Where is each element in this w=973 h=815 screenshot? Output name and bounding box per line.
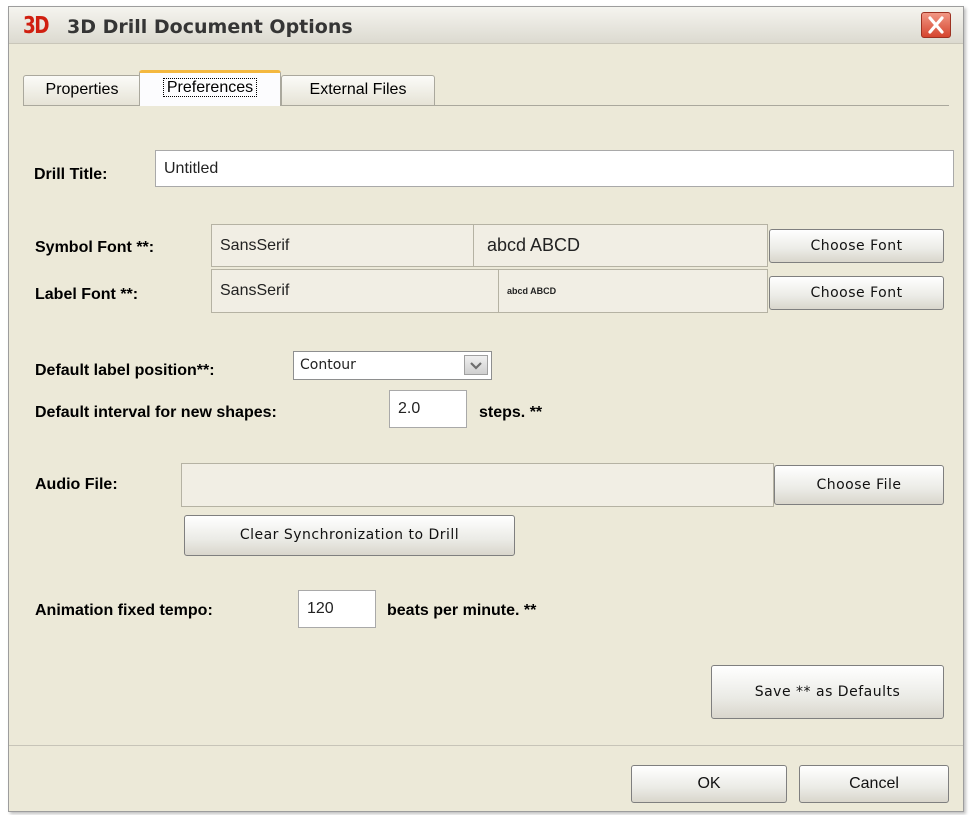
default-interval-label: Default interval for new shapes: (35, 404, 277, 421)
tab-external-files-label: External Files (309, 81, 407, 98)
default-label-position-label: Default label position**: (35, 362, 215, 379)
options-dialog: 3D 3D Drill Document Options Properties … (8, 6, 964, 812)
chevron-down-icon (470, 362, 482, 370)
label-position-value: Contour (300, 357, 356, 373)
footer-divider (9, 745, 963, 746)
choose-file-button[interactable]: Choose File (774, 465, 944, 505)
dropdown-arrow-button[interactable] (464, 355, 488, 375)
tab-properties[interactable]: Properties (23, 75, 141, 105)
tab-properties-label: Properties (45, 81, 119, 98)
app-logo-icon: 3D (23, 13, 49, 39)
label-font-label: Label Font **: (35, 286, 139, 303)
label-font-sample-field: abcd ABCD (498, 269, 768, 313)
preferences-panel: Drill Title: Untitled Symbol Font **: Sa… (23, 105, 954, 746)
ok-button[interactable]: OK (631, 765, 787, 803)
tab-preferences-label: Preferences (162, 78, 258, 97)
interval-input[interactable]: 2.0 (389, 390, 467, 428)
interval-unit-label: steps. ** (479, 404, 543, 421)
tempo-unit-label: beats per minute. ** (387, 602, 537, 619)
drill-title-label: Drill Title: (34, 166, 108, 183)
clear-synchronization-button[interactable]: Clear Synchronization to Drill (184, 515, 515, 556)
animation-tempo-label: Animation fixed tempo: (35, 602, 213, 619)
audio-file-label: Audio File: (35, 476, 118, 493)
label-font-name-field: SansSerif (211, 269, 499, 313)
audio-file-path-field (181, 463, 774, 507)
symbol-choose-font-button[interactable]: Choose Font (769, 229, 944, 263)
tab-external-files[interactable]: External Files (281, 75, 435, 105)
save-as-defaults-button[interactable]: Save ** as Defaults (711, 665, 944, 719)
window-title: 3D Drill Document Options (67, 16, 353, 38)
title-bar[interactable]: 3D 3D Drill Document Options (9, 7, 963, 44)
drill-title-input[interactable]: Untitled (155, 150, 954, 187)
symbol-font-label: Symbol Font **: (35, 239, 155, 256)
tab-preferences[interactable]: Preferences (139, 70, 281, 106)
label-choose-font-button[interactable]: Choose Font (769, 276, 944, 310)
symbol-font-sample-field: abcd ABCD (473, 224, 768, 267)
tempo-input[interactable]: 120 (298, 590, 376, 628)
cancel-button[interactable]: Cancel (799, 765, 949, 803)
close-button[interactable] (921, 12, 951, 38)
symbol-font-name-field: SansSerif (211, 224, 474, 267)
close-icon (928, 16, 944, 34)
label-position-select[interactable]: Contour (293, 351, 492, 380)
